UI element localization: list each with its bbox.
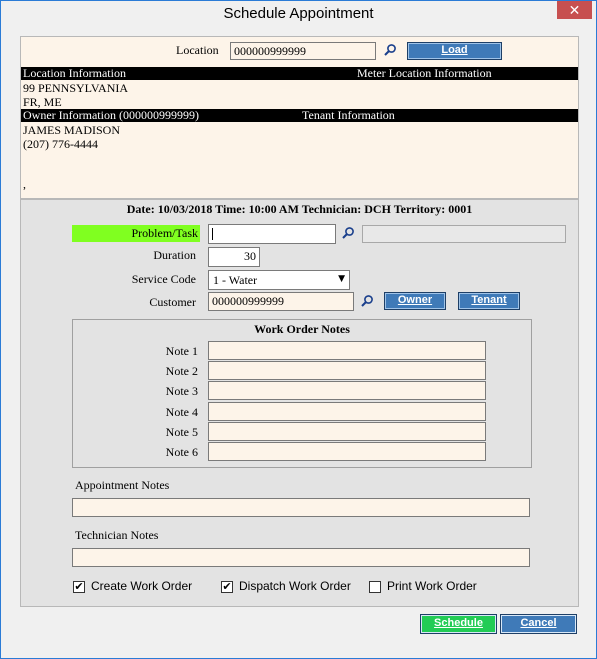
location-info-header: Location Information Meter Location Info… [21,67,578,80]
close-icon[interactable]: ✕ [557,1,592,19]
technician-notes-label: Technician Notes [75,528,159,542]
tenant-info-title: Tenant Information [302,108,395,122]
problem-lookup-icon[interactable] [341,226,355,240]
appointment-summary: Date: 10/03/2018 Time: 10:00 AM Technici… [126,202,473,216]
service-code-value: 1 - Water [213,273,258,287]
service-code-select[interactable]: 1 - Water ▼ [208,270,350,290]
note-3-input[interactable] [208,381,486,400]
customer-input[interactable]: 000000999999 [208,292,354,311]
duration-label: Duration [153,248,196,262]
work-order-notes-title: Work Order Notes [254,322,350,336]
appointment-notes-input[interactable] [72,498,530,517]
owner-phone: (207) 776-4444 [23,137,98,151]
location-panel: Location 000000999999 Load Location Info… [20,36,579,199]
location-lookup-icon[interactable] [383,43,397,57]
note-6-label: Note 6 [165,445,198,459]
problem-task-input[interactable] [208,224,336,244]
problem-task-label: Problem/Task [72,225,200,242]
customer-lookup-icon[interactable] [360,294,374,308]
create-work-order-label: Create Work Order [91,579,193,593]
print-work-order-label: Print Work Order [387,579,477,593]
appointment-form-panel: Date: 10/03/2018 Time: 10:00 AM Technici… [20,199,579,607]
location-label: Location [176,43,219,57]
owner-info-header: Owner Information (000000999999) Tenant … [21,109,578,122]
schedule-appointment-window: Schedule Appointment ✕ Location 00000099… [0,0,597,659]
owner-button[interactable]: Owner [384,292,446,310]
print-work-order-checkbox[interactable] [369,581,381,593]
window-title: Schedule Appointment [223,5,374,22]
schedule-button[interactable]: Schedule [420,614,497,634]
load-button[interactable]: Load [407,42,502,60]
owner-name: JAMES MADISON [23,123,121,137]
customer-label: Customer [149,295,196,309]
tenant-button[interactable]: Tenant [458,292,520,310]
dispatch-work-order-checkbox[interactable]: ✔ [221,581,233,593]
dispatch-work-order-label: Dispatch Work Order [239,579,351,593]
note-2-label: Note 2 [165,364,198,378]
problem-description-field [362,225,566,243]
note-5-input[interactable] [208,422,486,441]
location-info-title: Location Information [23,66,126,80]
location-input[interactable]: 000000999999 [230,42,376,60]
appointment-notes-label: Appointment Notes [75,478,170,492]
note-1-input[interactable] [208,341,486,360]
note-6-input[interactable] [208,442,486,461]
note-4-input[interactable] [208,402,486,421]
meter-location-info-title: Meter Location Information [357,66,492,80]
create-work-order-checkbox[interactable]: ✔ [73,581,85,593]
note-2-input[interactable] [208,361,486,380]
service-code-label: Service Code [131,272,196,286]
cancel-button[interactable]: Cancel [500,614,577,634]
note-1-label: Note 1 [165,344,198,358]
work-order-notes-group: Work Order Notes Note 1 Note 2 Note 3 No… [72,319,532,468]
title-bar: Schedule Appointment ✕ [1,1,596,27]
owner-extra: , [23,177,26,191]
chevron-down-icon: ▼ [338,274,345,284]
note-4-label: Note 4 [165,405,198,419]
text-cursor [212,228,213,241]
technician-notes-input[interactable] [72,548,530,567]
note-5-label: Note 5 [165,425,198,439]
owner-info-title: Owner Information (000000999999) [23,108,199,122]
duration-input[interactable]: 30 [208,247,260,267]
location-address-line1: 99 PENNSYLVANIA [23,81,129,95]
note-3-label: Note 3 [165,384,198,398]
